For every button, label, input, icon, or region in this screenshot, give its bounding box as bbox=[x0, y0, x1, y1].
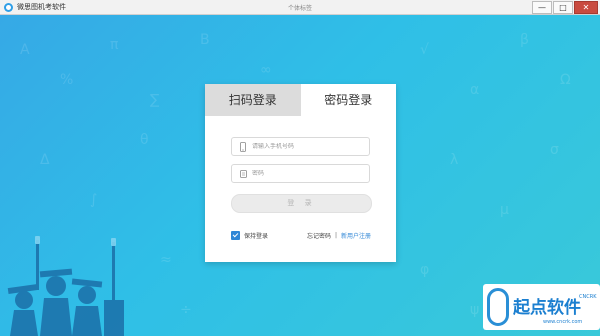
watermark-tag: CNCRK bbox=[579, 294, 597, 300]
login-card: 扫码登录 密码登录 登 录 保持登录 忘记密码 | 新用户注册 bbox=[205, 84, 396, 262]
svg-text:β: β bbox=[520, 32, 529, 48]
watermark-url: www.cncrk.com bbox=[543, 319, 583, 325]
minimize-button[interactable]: — bbox=[532, 1, 552, 14]
svg-text:≈: ≈ bbox=[160, 252, 172, 268]
svg-text:∫: ∫ bbox=[90, 192, 97, 208]
svg-text:ψ: ψ bbox=[470, 302, 479, 318]
tab-qr-login[interactable]: 扫码登录 bbox=[205, 84, 301, 116]
svg-text:α: α bbox=[470, 82, 479, 98]
tab-password-login[interactable]: 密码登录 bbox=[300, 84, 396, 116]
login-tabs: 扫码登录 密码登录 bbox=[205, 84, 396, 116]
app-window: A% π ∑ B ∞ √ α β Ω Δ ∫ θ λ μ σ φ ψ ≈ ÷ 微思图机考软件 个体标签 … bbox=[0, 0, 600, 336]
keep-login-label[interactable]: 保持登录 bbox=[244, 231, 268, 240]
svg-text:π: π bbox=[110, 37, 119, 53]
svg-text:σ: σ bbox=[550, 142, 559, 158]
lock-icon bbox=[236, 169, 250, 178]
svg-text:λ: λ bbox=[450, 152, 458, 168]
svg-text:÷: ÷ bbox=[180, 302, 192, 318]
keep-login-checkbox[interactable] bbox=[231, 230, 240, 240]
svg-text:%: % bbox=[60, 72, 73, 88]
phone-field[interactable] bbox=[231, 137, 370, 156]
password-field[interactable] bbox=[231, 164, 370, 183]
svg-text:∑: ∑ bbox=[150, 92, 160, 108]
svg-text:θ: θ bbox=[140, 132, 149, 148]
login-button[interactable]: 登 录 bbox=[231, 194, 372, 213]
watermark-g-icon bbox=[487, 288, 509, 326]
svg-text:Δ: Δ bbox=[40, 152, 50, 168]
svg-text:Ω: Ω bbox=[560, 72, 571, 88]
phone-input[interactable] bbox=[252, 143, 362, 150]
svg-text:φ: φ bbox=[420, 262, 429, 278]
new-user-register-link[interactable]: 新用户注册 bbox=[341, 231, 371, 240]
forgot-password-link[interactable]: 忘记密码 bbox=[307, 231, 331, 240]
phone-icon bbox=[236, 141, 250, 152]
svg-text:∞: ∞ bbox=[260, 62, 272, 78]
svg-text:A: A bbox=[20, 42, 30, 58]
graduates-illustration bbox=[7, 236, 124, 336]
svg-text:μ: μ bbox=[500, 202, 509, 218]
window-controls: — □ ✕ bbox=[532, 1, 598, 14]
title-bar: 微思图机考软件 个体标签 — □ ✕ bbox=[0, 0, 600, 15]
close-button[interactable]: ✕ bbox=[574, 1, 598, 14]
app-logo-icon bbox=[4, 2, 13, 12]
watermark-logo: 起点软件 CNCRK www.cncrk.com bbox=[483, 284, 600, 330]
password-input[interactable] bbox=[252, 170, 362, 177]
watermark-brand: 起点软件 bbox=[513, 298, 581, 318]
window-title: 微思图机考软件 bbox=[17, 3, 66, 11]
window-center-label: 个体标签 bbox=[287, 5, 312, 12]
maximize-button[interactable]: □ bbox=[553, 1, 573, 14]
svg-text:√: √ bbox=[420, 42, 429, 58]
link-separator: | bbox=[334, 231, 337, 239]
login-options: 保持登录 忘记密码 | 新用户注册 bbox=[231, 230, 371, 240]
svg-text:B: B bbox=[200, 32, 210, 48]
